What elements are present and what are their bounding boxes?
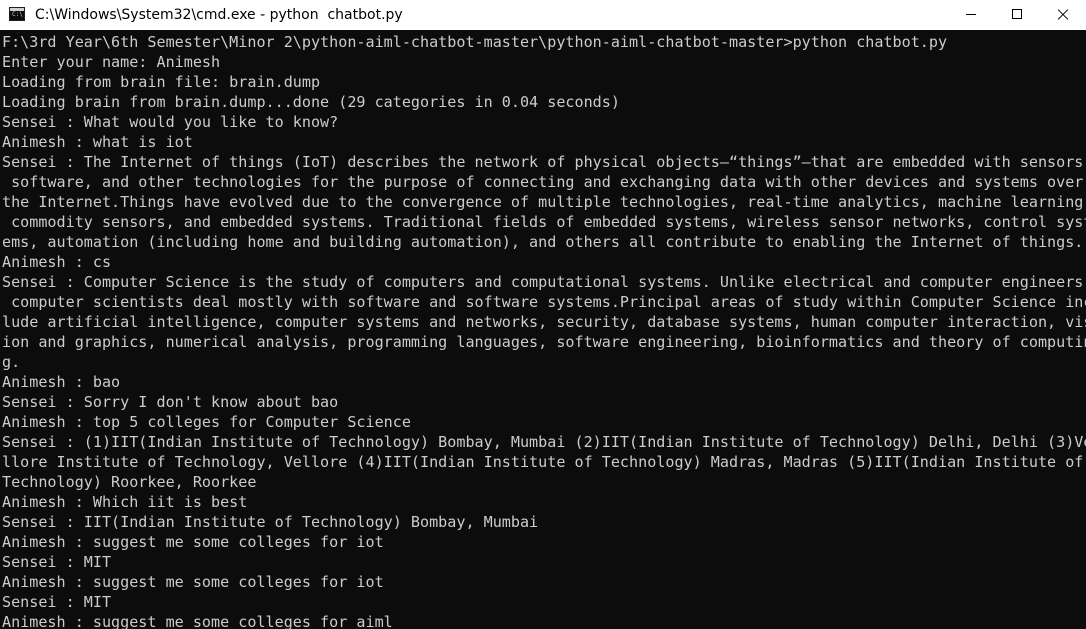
console-line: ion and graphics, numerical analysis, pr…: [2, 333, 1086, 351]
console-line: Animesh : suggest me some colleges for i…: [2, 533, 384, 551]
console-line: Sensei : The Internet of things (IoT) de…: [2, 153, 1086, 171]
console-line: Sensei : MIT: [2, 593, 112, 611]
cmd-icon-glyph: C:\: [12, 11, 23, 18]
console-line: lude artificial intelligence, computer s…: [2, 313, 1086, 331]
console-line: Sensei : Computer Science is the study o…: [2, 273, 1086, 291]
window-title: C:\Windows\System32\cmd.exe - python cha…: [35, 7, 403, 23]
console-line: F:\3rd Year\6th Semester\Minor 2\python-…: [2, 33, 948, 51]
console-line: g.: [2, 353, 21, 371]
cmd-window: C:\ C:\Windows\System32\cmd.exe - python…: [0, 0, 1086, 629]
cmd-icon: C:\: [9, 7, 25, 21]
console-line: Sensei : What would you like to know?: [2, 113, 339, 131]
console-output[interactable]: F:\3rd Year\6th Semester\Minor 2\python-…: [2, 32, 1086, 629]
console-line: Loading brain from brain.dump...done (29…: [2, 93, 620, 111]
console-line: Animesh : suggest me some colleges for i…: [2, 573, 384, 591]
console-line: Animesh : cs: [2, 253, 112, 271]
maximize-icon[interactable]: [994, 0, 1040, 30]
console-line: Animesh : suggest me some colleges for a…: [2, 613, 393, 629]
window-controls: [948, 0, 1086, 30]
console-line: Sensei : (1)IIT(Indian Institute of Tech…: [2, 433, 1086, 451]
console-line: Sensei : Sorry I don't know about bao: [2, 393, 339, 411]
console-line: computer scientists deal mostly with sof…: [2, 293, 1086, 311]
console-line: Sensei : MIT: [2, 553, 112, 571]
console-line: Animesh : Which iit is best: [2, 493, 248, 511]
console-line: llore Institute of Technology, Vellore (…: [2, 453, 1084, 471]
minimize-icon[interactable]: [948, 0, 994, 30]
console-line: Animesh : top 5 colleges for Computer Sc…: [2, 413, 411, 431]
title-bar[interactable]: C:\ C:\Windows\System32\cmd.exe - python…: [0, 0, 1086, 30]
console-line: Loading from brain file: brain.dump: [2, 73, 321, 91]
console-line: Animesh : bao: [2, 373, 121, 391]
console-line: Animesh : what is iot: [2, 133, 193, 151]
console-line: Sensei : IIT(Indian Institute of Technol…: [2, 513, 539, 531]
console-line: commodity sensors, and embedded systems.…: [2, 213, 1086, 231]
console-line: Enter your name: Animesh: [2, 53, 221, 71]
close-icon[interactable]: [1040, 0, 1086, 30]
console-line: software, and other technologies for the…: [2, 173, 1084, 191]
console-line: the Internet.Things have evolved due to …: [2, 193, 1086, 211]
console-line: Technology) Roorkee, Roorkee: [2, 473, 257, 491]
console-line: ems, automation (including home and buil…: [2, 233, 1084, 251]
